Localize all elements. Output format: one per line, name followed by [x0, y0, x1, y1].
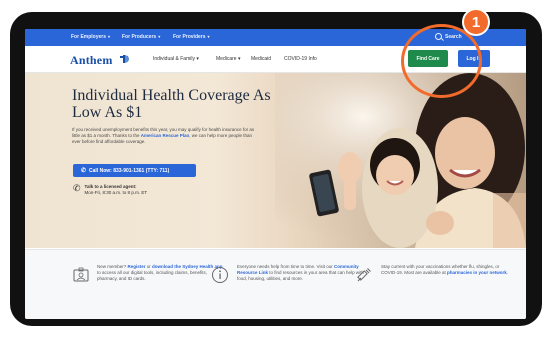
phone-icon: ✆ [81, 168, 87, 174]
info-item-register: New member? Register or download the Syd… [97, 264, 223, 281]
family-video-call-photo [275, 73, 526, 248]
utility-nav-providers[interactable]: For Providers ▾ [173, 34, 210, 40]
hero-description: If you received unemployment benefits th… [72, 127, 255, 144]
id-card-icon [73, 267, 89, 282]
info-icon [212, 267, 228, 283]
american-rescue-plan-link[interactable]: American Rescue Plan [141, 133, 190, 138]
nav-covid-info[interactable]: COVID-19 Info [284, 56, 317, 62]
utility-nav-producers[interactable]: For Producers ▾ [122, 34, 160, 40]
register-link[interactable]: Register [128, 264, 146, 269]
nav-individual-family[interactable]: Individual & Family ▾ [153, 56, 199, 62]
call-now-button[interactable]: ✆ Call Now: 833-901-1361 (TTY: 711) [73, 164, 196, 177]
syringe-icon [357, 268, 371, 282]
phone-handset-icon: ✆ [73, 183, 81, 193]
info-item-vaccinations: Stay current with your vaccinations whet… [381, 264, 509, 275]
call-now-label: Call Now: 833-901-1361 (TTY: 711) [89, 167, 170, 174]
callout-step-badge: 1 [462, 8, 490, 36]
licensed-agent-info: ✆ Talk to a licensed agent: Mon-Fri, 8:3… [73, 184, 147, 196]
hero-title: Individual Health Coverage As Low As $1 [72, 87, 271, 121]
info-item-community: Everyone needs help from time to time. V… [237, 264, 364, 281]
info-row: New member? Register or download the Syd… [25, 249, 526, 319]
hero-banner: Individual Health Coverage As Low As $1 … [25, 73, 526, 248]
nav-medicaid[interactable]: Medicaid [251, 56, 271, 62]
callout-highlight-ring [401, 24, 482, 98]
anthem-logo[interactable]: Anthem [70, 53, 113, 68]
utility-nav-employers[interactable]: For Employers ▾ [71, 34, 110, 40]
blue-cross-shield-icon [120, 55, 129, 63]
nav-medicare[interactable]: Medicare ▾ [216, 56, 240, 62]
pharmacies-network-link[interactable]: pharmacies in your network [447, 270, 507, 275]
agent-hours: Mon-Fri, 8:30 a.m. to 8 p.m. ET [84, 190, 148, 195]
